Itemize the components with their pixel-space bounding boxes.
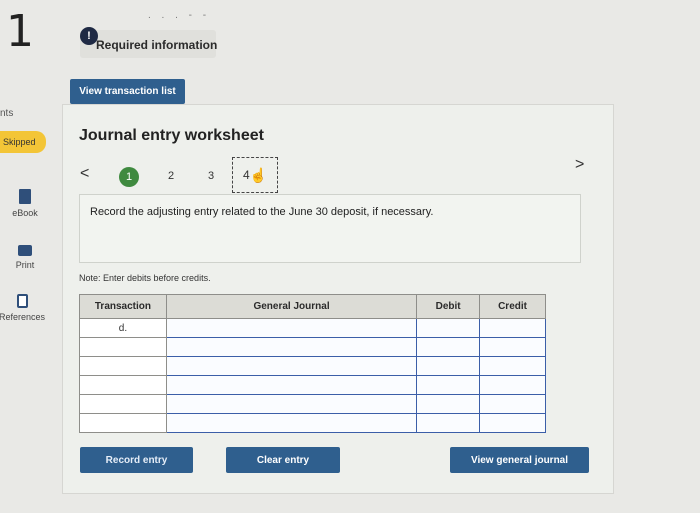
debit-input[interactable] bbox=[416, 356, 481, 376]
debit-input[interactable] bbox=[416, 413, 481, 433]
account-input[interactable] bbox=[165, 356, 418, 376]
table-row bbox=[79, 394, 546, 414]
instruction-text: Record the adjusting entry related to th… bbox=[90, 206, 434, 218]
transaction-cell bbox=[79, 356, 167, 376]
table-header-row: Transaction General Journal Debit Credit bbox=[79, 294, 546, 319]
col-debit: Debit bbox=[416, 294, 481, 319]
debit-input[interactable] bbox=[416, 375, 481, 395]
account-input[interactable] bbox=[165, 318, 418, 338]
credit-input[interactable] bbox=[479, 394, 546, 414]
transaction-cell bbox=[79, 394, 167, 414]
table-row bbox=[79, 337, 546, 357]
transaction-cell bbox=[79, 413, 167, 433]
top-dots: . . . - - bbox=[148, 10, 211, 21]
references-icon bbox=[16, 294, 28, 308]
instruction-box bbox=[79, 194, 581, 263]
sidebar-item-print[interactable]: Print bbox=[0, 245, 50, 270]
prev-step-button[interactable]: < bbox=[80, 165, 89, 183]
clear-entry-button[interactable]: Clear entry bbox=[226, 447, 340, 473]
skipped-badge[interactable]: Skipped bbox=[0, 131, 46, 153]
print-icon bbox=[18, 245, 32, 256]
col-transaction: Transaction bbox=[79, 294, 167, 319]
credit-input[interactable] bbox=[479, 413, 546, 433]
debit-input[interactable] bbox=[416, 337, 481, 357]
credit-input[interactable] bbox=[479, 375, 546, 395]
account-input[interactable] bbox=[165, 337, 418, 357]
table-row bbox=[79, 356, 546, 376]
step-4-label: 4 bbox=[242, 168, 250, 182]
credit-input[interactable] bbox=[479, 337, 546, 357]
step-3[interactable]: 3 bbox=[208, 170, 214, 182]
sidebar-item-label: eBook bbox=[12, 208, 38, 218]
credit-input[interactable] bbox=[479, 318, 546, 338]
question-number: 1 bbox=[6, 6, 34, 57]
note-text: Note: Enter debits before credits. bbox=[79, 273, 211, 283]
account-input[interactable] bbox=[165, 394, 418, 414]
sidebar-item-ebook[interactable]: eBook bbox=[0, 189, 50, 218]
account-input[interactable] bbox=[165, 413, 418, 433]
next-step-button[interactable]: > bbox=[575, 156, 584, 174]
table-row bbox=[79, 375, 546, 395]
view-general-journal-button[interactable]: View general journal bbox=[450, 447, 589, 473]
journal-table: Transaction General Journal Debit Credit… bbox=[79, 294, 546, 433]
account-input[interactable] bbox=[165, 375, 418, 395]
required-info-label[interactable]: Required information bbox=[96, 38, 217, 52]
transaction-cell bbox=[79, 375, 167, 395]
credit-input[interactable] bbox=[479, 356, 546, 376]
sidebar-item-label: References bbox=[0, 312, 46, 322]
table-row bbox=[79, 413, 546, 433]
transaction-cell: d. bbox=[79, 318, 167, 338]
sidebar-item-label: Print bbox=[15, 260, 35, 270]
step-1[interactable]: 1 bbox=[119, 167, 139, 187]
worksheet-title: Journal entry worksheet bbox=[79, 127, 264, 144]
table-row: d. bbox=[79, 318, 546, 338]
step-2[interactable]: 2 bbox=[168, 170, 174, 182]
debit-input[interactable] bbox=[416, 394, 481, 414]
col-general-journal: General Journal bbox=[165, 294, 418, 319]
debit-input[interactable] bbox=[416, 318, 481, 338]
sidebar-cut-label: nts bbox=[0, 108, 14, 119]
hand-cursor-icon: ☝ bbox=[249, 166, 268, 183]
sidebar-item-references[interactable]: References bbox=[0, 294, 47, 322]
col-credit: Credit bbox=[479, 294, 546, 319]
book-icon bbox=[19, 189, 31, 204]
step-4[interactable]: 4 ☝ bbox=[232, 157, 278, 193]
transaction-cell bbox=[79, 337, 167, 357]
view-transaction-list-button[interactable]: View transaction list bbox=[70, 79, 185, 104]
record-entry-button[interactable]: Record entry bbox=[80, 447, 193, 473]
